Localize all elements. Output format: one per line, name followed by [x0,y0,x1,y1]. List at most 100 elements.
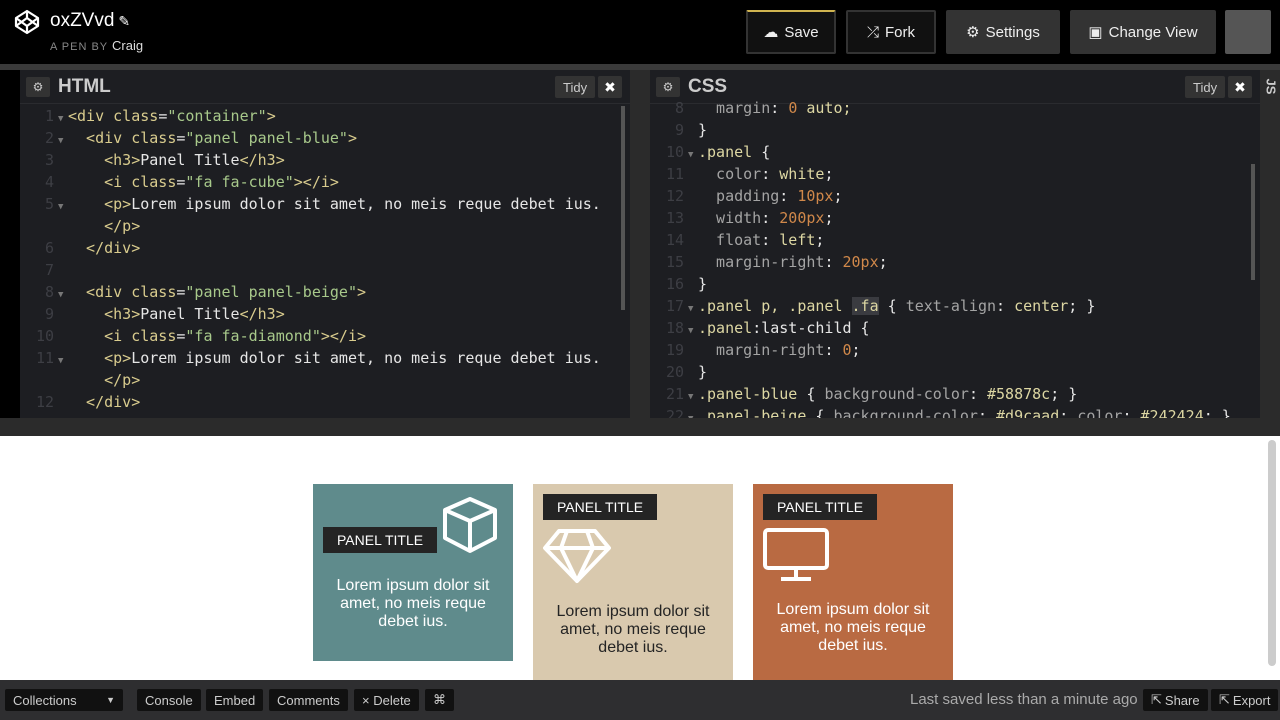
code-token: <p> [68,349,132,367]
save-button[interactable]: ☁ Save [746,10,836,54]
js-pane-collapsed[interactable]: JS [1260,70,1280,418]
line-number: 9 [44,305,54,323]
preview-scrollbar[interactable] [1268,440,1276,666]
code-line: 18 ▼ .panel:last-child { [650,317,1260,339]
line-number: 6 [44,239,54,257]
code-token: ; } [1203,407,1231,418]
save-label: Save [784,23,819,41]
code-token: class [131,129,177,147]
css-close-icon[interactable]: ✖ [1228,76,1252,98]
code-token: ></i> [293,173,339,191]
avatar[interactable] [1225,10,1271,54]
export-button[interactable]: ⇱ Export [1211,689,1279,711]
js-tab-label[interactable]: JS [1264,79,1279,97]
code-token: ; [815,231,825,249]
code-token: margin-right [698,253,825,271]
code-token: 10px [797,187,834,205]
line-number: 11 [665,165,684,183]
html-pane-header: ⚙ HTML [20,70,630,104]
author-link[interactable]: Craig [112,38,143,53]
html-tidy-button[interactable]: Tidy [555,76,596,98]
pencil-icon[interactable]: ✎ [118,13,130,29]
code-token: ; [1059,407,1078,418]
preview-pane: PANEL TITLE Lorem ipsum dolor sit amet, n… [0,436,1280,680]
html-scrollbar[interactable] [621,106,625,310]
panel-text: Lorem ipsum dolor sit amet, no meis requ… [336,577,490,630]
pane-resizer[interactable] [630,70,650,418]
code-token: class [131,173,177,191]
code-token: <i [68,173,132,191]
code-line: 12 padding: 10px; [650,185,1260,207]
change-view-button[interactable]: ▣ Change View [1070,10,1216,54]
code-token: > [266,107,276,125]
by-label: A PEN BY [50,41,108,53]
pen-title[interactable]: oxZVvd ✎ [50,10,130,32]
code-line: 4 <i class="fa fa-cube"></i> [20,171,630,193]
code-token: </div> [68,239,141,257]
collections-dropdown[interactable]: Collections ▼ [5,689,123,711]
css-pane-title: CSS [688,75,728,97]
line-number: 9 [674,121,684,139]
line-number: 18 [665,319,684,337]
code-token: </div> [68,393,141,411]
code-token: </h3> [239,305,285,323]
code-token: <i [68,327,132,345]
line-number: 10 [35,327,54,345]
code-line: </p> [20,369,630,391]
preview-resizer[interactable] [0,418,1280,436]
panel-title: PANEL TITLE [763,494,878,520]
css-scrollbar[interactable] [1251,164,1255,280]
top-bar: oxZVvd ✎ A PEN BY Craig ☁ Save ⤮ Fork ⚙ Sett… [0,0,1280,64]
html-settings-gear-icon[interactable]: ⚙ [26,76,50,97]
line-number: 8 [674,99,684,117]
comments-button[interactable]: Comments [269,689,348,711]
panel-text: Lorem ipsum dolor sit amet, no meis requ… [556,603,710,656]
codepen-logo-icon[interactable] [14,9,40,35]
pen-name[interactable]: oxZVvd [50,10,114,31]
css-settings-gear-icon[interactable]: ⚙ [656,76,680,97]
code-token: color [1077,407,1123,418]
code-line: 8 margin: 0 auto; [650,97,1260,119]
css-code-editor[interactable]: 8 margin: 0 auto; 9 } 10 ▼ .panel {11 color:… [650,97,1260,418]
code-token: </p> [68,371,141,389]
code-token: = [158,107,168,125]
line-number: 3 [44,151,54,169]
code-token: .panel-blue [698,385,798,403]
code-token: : [761,231,780,249]
code-token: <h3> [68,151,141,169]
css-tidy-button[interactable]: Tidy [1185,76,1226,98]
code-token: :last-child { [752,319,870,337]
code-token: : [761,165,780,183]
fork-button[interactable]: ⤮ Fork [846,10,936,54]
keyboard-shortcuts-button[interactable]: ⌘ [425,689,454,711]
code-token: <div [68,283,132,301]
code-line: 15 margin-right: 20px; [650,251,1260,273]
html-editor-pane: ⚙ HTML Tidy ✖ 1 ▼ <div class="container"> 2… [20,70,630,418]
code-token: Panel Title [140,151,240,169]
code-token: .panel [698,319,753,337]
html-close-icon[interactable]: ✖ [598,76,622,98]
code-token: <div [68,129,132,147]
line-number: 12 [35,393,54,411]
html-code-editor[interactable]: 1 ▼ <div class="container"> 2 ▼ <div class="… [20,105,630,418]
export-label: Export [1232,692,1271,708]
code-line: 22 ▼.panel-beige { background-color: #d9c… [650,405,1260,418]
code-token: float [698,231,762,249]
share-button[interactable]: ⇱ Share [1143,689,1208,711]
fold-arrow-icon[interactable]: ▼ [688,408,698,418]
embed-button[interactable]: Embed [206,689,264,711]
gear-icon: ⚙ [966,24,980,41]
code-token: } [698,363,708,381]
console-button[interactable]: Console [137,689,201,711]
code-token: .panel [698,143,753,161]
delete-button[interactable]: × Delete [354,689,419,711]
panel-text: Lorem ipsum dolor sit amet, no meis requ… [776,601,930,654]
settings-button[interactable]: ⚙ Settings [946,10,1060,54]
code-token: class [131,327,177,345]
code-line: 11 color: white; [650,163,1260,185]
code-line: 12 </div> [20,391,630,413]
share-label: Share [1164,692,1200,708]
code-token: margin-right [698,341,825,359]
line-number: 13 [665,209,684,227]
change-view-label: Change View [1108,23,1198,41]
